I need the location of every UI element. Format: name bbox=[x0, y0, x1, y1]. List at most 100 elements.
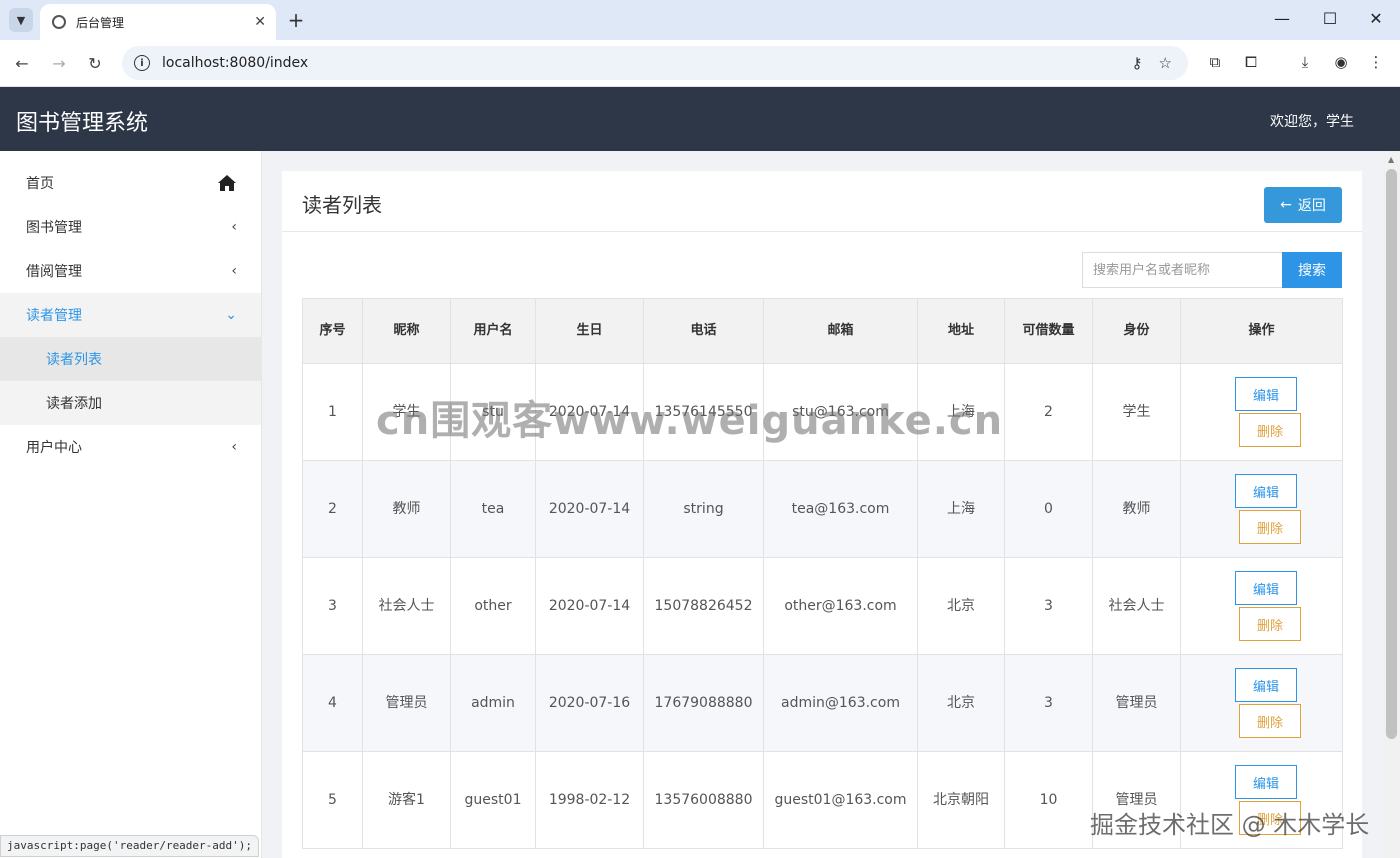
star-icon[interactable]: ☆ bbox=[1159, 54, 1172, 72]
sidebar-item-borrow-management[interactable]: 借阅管理 ‹ bbox=[0, 249, 261, 293]
edit-button[interactable]: 编辑 bbox=[1235, 765, 1297, 799]
delete-button[interactable]: 删除 bbox=[1239, 607, 1301, 641]
plus-icon: + bbox=[287, 8, 305, 32]
sidebar-subitem-reader-add[interactable]: 读者添加 bbox=[0, 381, 261, 425]
profile-icon[interactable]: ◉ bbox=[1331, 53, 1351, 71]
search-input[interactable] bbox=[1082, 252, 1282, 288]
cell-quota: 3 bbox=[1004, 654, 1093, 752]
sidebar-item-reader-management[interactable]: 读者管理 ⌄ bbox=[0, 293, 261, 337]
cell-birthday: 1998-02-12 bbox=[535, 751, 644, 849]
corner-watermark: 掘金技术社区 @ 木木学长 bbox=[1090, 811, 1370, 839]
globe-icon bbox=[52, 15, 66, 29]
edit-button[interactable]: 编辑 bbox=[1235, 571, 1297, 605]
column-header: 操作 bbox=[1180, 298, 1343, 364]
column-header: 可借数量 bbox=[1004, 298, 1093, 364]
delete-button[interactable]: 删除 bbox=[1239, 413, 1301, 447]
page-title: 读者列表 bbox=[302, 193, 382, 217]
forward-nav-button[interactable]: → bbox=[48, 52, 70, 74]
welcome-user[interactable]: 欢迎您，学生 bbox=[1270, 111, 1354, 131]
browser-tab[interactable]: 后台管理 ✕ bbox=[40, 4, 276, 40]
delete-button[interactable]: 删除 bbox=[1239, 510, 1301, 544]
sidebar-item-home[interactable]: 首页 bbox=[0, 161, 261, 205]
minimize-icon: — bbox=[1274, 9, 1290, 28]
page-scrollbar[interactable]: ▲ bbox=[1384, 151, 1400, 858]
cell-username: guest01 bbox=[450, 751, 536, 849]
crop-icon[interactable]: ⧉ bbox=[1205, 53, 1225, 71]
download-icon[interactable]: ⤓ bbox=[1295, 53, 1315, 71]
column-header: 序号 bbox=[302, 298, 363, 364]
column-header: 用户名 bbox=[450, 298, 536, 364]
column-header: 昵称 bbox=[362, 298, 451, 364]
cell-nickname: 游客1 bbox=[362, 751, 451, 849]
back-nav-button[interactable]: ← bbox=[11, 52, 33, 74]
edit-button[interactable]: 编辑 bbox=[1235, 474, 1297, 508]
more-menu-icon[interactable]: ⋮ bbox=[1366, 53, 1386, 71]
cell-no: 5 bbox=[302, 751, 363, 849]
cell-nickname: 教师 bbox=[362, 460, 451, 558]
app-title: 图书管理系统 bbox=[16, 111, 149, 136]
panel-header: 读者列表 ← 返回 bbox=[282, 171, 1362, 232]
chevron-left-icon: ‹ bbox=[231, 263, 237, 279]
sidebar-item-label: 借阅管理 bbox=[26, 264, 82, 280]
site-info-icon[interactable]: i bbox=[134, 55, 150, 71]
reload-button[interactable]: ↻ bbox=[84, 52, 106, 74]
cell-nickname: 社会人士 bbox=[362, 557, 451, 655]
key-icon[interactable]: ⚷ bbox=[1132, 54, 1143, 72]
cell-email: guest01@163.com bbox=[763, 751, 918, 849]
cell-birthday: 2020-07-14 bbox=[535, 460, 644, 558]
minimize-button[interactable]: — bbox=[1272, 9, 1292, 28]
table-header-row: 序号 昵称 用户名 生日 电话 邮箱 地址 可借数量 身份 操作 bbox=[302, 298, 1343, 364]
chevron-left-icon: ‹ bbox=[231, 219, 237, 235]
cell-role: 社会人士 bbox=[1092, 557, 1181, 655]
cell-actions: 编辑 删除 bbox=[1180, 654, 1343, 752]
cell-email: admin@163.com bbox=[763, 654, 918, 752]
chevron-down-icon: ⌄ bbox=[225, 307, 237, 323]
back-button[interactable]: ← 返回 bbox=[1264, 187, 1342, 223]
sidebar-item-label: 读者添加 bbox=[46, 396, 102, 412]
cell-actions: 编辑 删除 bbox=[1180, 363, 1343, 461]
edit-button[interactable]: 编辑 bbox=[1235, 377, 1297, 411]
table-row: 4 管理员 admin 2020-07-16 17679088880 admin… bbox=[302, 654, 1343, 752]
cell-role: 管理员 bbox=[1092, 654, 1181, 752]
sidebar-item-user-center[interactable]: 用户中心 ‹ bbox=[0, 425, 261, 469]
extension-icon[interactable]: ⧠ bbox=[1241, 53, 1261, 71]
cell-no: 4 bbox=[302, 654, 363, 752]
scroll-up-arrow-icon[interactable]: ▲ bbox=[1388, 155, 1394, 164]
scroll-thumb[interactable] bbox=[1386, 169, 1397, 739]
close-window-icon: ✕ bbox=[1369, 9, 1383, 28]
chevron-down-icon: ▼ bbox=[16, 13, 26, 27]
status-bar-link-preview: javascript:page('reader/reader-add'); bbox=[0, 835, 260, 857]
sidebar-item-label: 图书管理 bbox=[26, 220, 82, 236]
delete-button[interactable]: 删除 bbox=[1239, 704, 1301, 738]
cell-address: 北京 bbox=[917, 557, 1005, 655]
close-icon[interactable]: ✕ bbox=[254, 14, 266, 30]
cell-address: 上海 bbox=[917, 460, 1005, 558]
edit-button[interactable]: 编辑 bbox=[1235, 668, 1297, 702]
sidebar-subitem-reader-list[interactable]: 读者列表 bbox=[0, 337, 261, 381]
table-row: 3 社会人士 other 2020-07-14 15078826452 othe… bbox=[302, 557, 1343, 655]
maximize-button[interactable]: ☐ bbox=[1320, 9, 1340, 28]
address-bar[interactable]: i localhost:8080/index ⚷ ☆ bbox=[122, 46, 1188, 80]
cell-phone: 13576008880 bbox=[643, 751, 764, 849]
cell-no: 2 bbox=[302, 460, 363, 558]
column-header: 邮箱 bbox=[763, 298, 918, 364]
search-bar: 搜索 bbox=[1082, 252, 1342, 288]
search-button[interactable]: 搜索 bbox=[1282, 252, 1342, 288]
maximize-icon: ☐ bbox=[1322, 9, 1338, 28]
column-header: 电话 bbox=[643, 298, 764, 364]
close-window-button[interactable]: ✕ bbox=[1366, 9, 1386, 28]
cell-birthday: 2020-07-14 bbox=[535, 557, 644, 655]
cell-phone: string bbox=[643, 460, 764, 558]
sidebar: 首页 图书管理 ‹ 借阅管理 ‹ 读者管理 ⌄ 读者列表 读者添加 用户中心 ‹ bbox=[0, 151, 262, 858]
cell-phone: 17679088880 bbox=[643, 654, 764, 752]
url-text[interactable]: localhost:8080/index bbox=[162, 55, 1132, 71]
cell-address: 北京朝阳 bbox=[917, 751, 1005, 849]
cell-role: 教师 bbox=[1092, 460, 1181, 558]
new-tab-button[interactable]: + bbox=[284, 8, 308, 32]
arrow-right-icon: → bbox=[52, 53, 66, 73]
arrow-left-icon: ← bbox=[15, 53, 29, 73]
cell-address: 北京 bbox=[917, 654, 1005, 752]
browser-toolbar: ← → ↻ i localhost:8080/index ⚷ ☆ ⧉ ⧠ ⤓ ◉… bbox=[0, 40, 1400, 87]
tab-search-button[interactable]: ▼ bbox=[9, 8, 33, 32]
sidebar-item-book-management[interactable]: 图书管理 ‹ bbox=[0, 205, 261, 249]
